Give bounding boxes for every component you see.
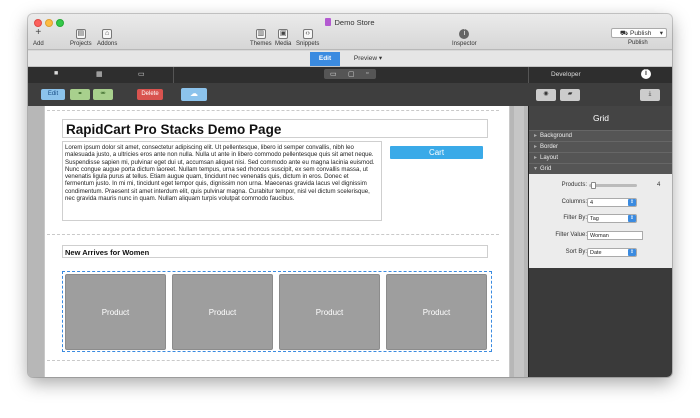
product-tile[interactable]: Product [65,274,166,350]
stacks-library-icon[interactable]: ■ [54,70,58,77]
themes-button[interactable]: ▥ Themes [250,29,272,47]
canvas: RapidCart Pro Stacks Demo Page Lorem ips… [28,106,528,377]
product-tile[interactable]: Product [386,274,487,350]
page-heading: RapidCart Pro Stacks Demo Page [66,122,282,137]
chevron-updown-icon: ⇕ [628,249,636,256]
unlink-icon: ⚮ [100,91,106,97]
addons-button[interactable]: ⌂ Addons [97,29,117,47]
edit-toolbar: Edit ⚭ ⚮ Delete ☁ ◉ ▰ ⤓ [28,83,672,106]
inspector-title: Grid [529,106,672,130]
info-icon: i [459,29,470,39]
slider-knob[interactable] [591,182,597,189]
body-text: Lorem ipsum dolor sit amet, consectetur … [65,144,375,203]
publish-label: Publish [628,40,648,46]
product-tile[interactable]: Product [172,274,273,350]
section-border[interactable]: ▸ Border [529,141,672,152]
subheading-stack[interactable]: New Arrives for Women [62,245,488,258]
product-tile[interactable]: Product [279,274,380,350]
chevron-down-icon: ▾ [378,55,383,62]
sort-by-label: Sort By: [565,249,587,255]
code-icon: ‹› [302,29,313,39]
chevron-down-icon: ▾ [659,30,663,37]
filter-value-label: Filter Value: [555,232,587,238]
page-canvas: RapidCart Pro Stacks Demo Page Lorem ips… [44,106,510,377]
app-window: Demo Store + Add ▤ Projects ⌂ Addons ▥ Theme… [28,14,672,377]
mode-bar: Edit Preview ▾ [28,51,672,67]
filter-value-input[interactable]: Woman [587,231,643,240]
products-label: Products: [561,182,587,188]
products-value: 4 [657,182,661,188]
developer-label: Developer [551,71,581,78]
delete-button[interactable]: Delete [137,89,163,100]
tablet-icon[interactable]: ▢ [348,70,355,78]
visibility-button[interactable]: ◉ [536,89,556,101]
section-grid[interactable]: ▾ Grid [529,163,672,174]
download-icon: ⤓ [648,91,652,97]
unlink-button[interactable]: ⚮ [93,89,113,100]
cloud-button[interactable]: ☁ [181,88,207,101]
title-bar: Demo Store + Add ▤ Projects ⌂ Addons ▥ Theme… [28,14,672,50]
document-icon [325,18,332,26]
chevron-updown-icon: ⇕ [628,215,636,222]
filter-by-label: Filter By: [563,215,587,221]
snippets-button[interactable]: ‹› Snippets [296,29,319,47]
chevron-updown-icon: ⇕ [628,199,636,206]
inspector-panel: Grid ▸ Background ▸ Border ▸ Layout ▾ Grid P… [528,106,672,377]
desktop-icon[interactable]: ▭ [330,70,337,78]
library-tabs: ■ ▦ ▭ [28,67,173,83]
divider [47,234,499,235]
media-button[interactable]: ▣ Media [275,29,291,47]
link-icon: ⚭ [77,91,83,97]
section-layout[interactable]: ▸ Layout [529,152,672,163]
divider [47,110,499,111]
tab-preview[interactable]: Preview ▾ [346,52,390,66]
canvas-scrollbar[interactable] [514,106,524,377]
columns-select[interactable]: 4 ⇕ [587,198,637,207]
info-icon[interactable]: i [641,69,651,79]
add-button[interactable]: + Add [33,27,44,48]
download-button[interactable]: ⤓ [640,89,660,101]
text-stack[interactable]: Lorem ipsum dolor sit amet, consectetur … [62,141,382,221]
themes-icon: ▥ [255,29,266,39]
projects-icon: ▤ [75,29,86,39]
product-grid[interactable]: Product Product Product Product [62,271,492,352]
divider [47,360,499,361]
grid-settings: Products: 4 Columns: 4 ⇕ Filter By: Tag ⇕ … [529,174,672,268]
plus-icon: + [35,27,42,38]
tab-edit[interactable]: Edit [310,52,340,66]
subheading: New Arrives for Women [65,248,150,257]
publish-icon: ⛟ [620,30,630,37]
sort-by-select[interactable]: Date ⇕ [587,248,637,257]
window-title: Demo Store [28,18,672,27]
lock-button[interactable]: ▰ [560,89,580,101]
publish-button[interactable]: ⛟ Publish ▾ [611,28,667,38]
products-slider[interactable] [589,182,637,189]
cart-button[interactable]: Cart [390,146,483,159]
media-icon: ▣ [278,29,289,39]
phone-icon[interactable]: ▫ [366,70,368,77]
heading-stack[interactable]: RapidCart Pro Stacks Demo Page [62,119,488,138]
device-bar: ▭ ▢ ▫ [173,67,528,83]
projects-button[interactable]: ▤ Projects [70,29,92,47]
addons-icon: ⌂ [102,29,113,39]
cloud-icon: ☁ [190,89,198,98]
filter-by-select[interactable]: Tag ⇕ [587,214,637,223]
inspector-button[interactable]: i Inspector [452,29,477,47]
image-library-icon[interactable]: ▭ [138,70,145,78]
section-background[interactable]: ▸ Background [529,130,672,141]
eye-icon: ◉ [543,91,549,97]
lock-icon: ▰ [567,91,573,97]
edit-mode-button[interactable]: Edit [41,89,65,100]
snippet-library-icon[interactable]: ▦ [96,70,103,78]
developer-bar: Developer i [528,67,672,83]
columns-label: Columns: [561,199,587,205]
link-button[interactable]: ⚭ [70,89,90,100]
